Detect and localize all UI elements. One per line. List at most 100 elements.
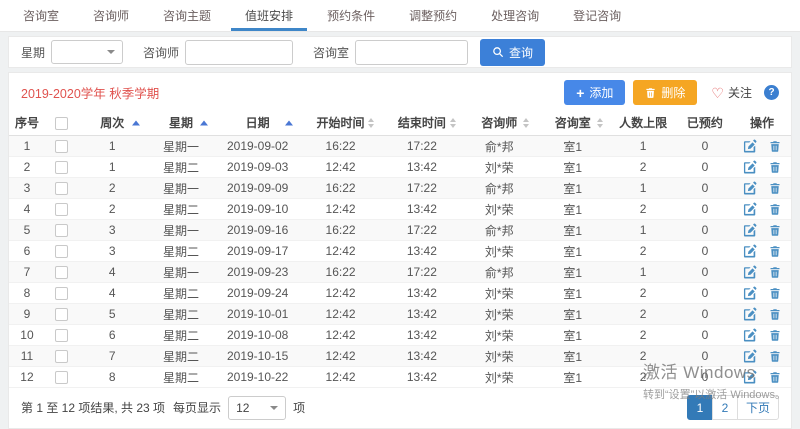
nav-tab[interactable]: 咨询室 (6, 0, 76, 31)
limit-cell: 1 (610, 136, 677, 157)
delete-icon[interactable] (769, 161, 781, 174)
edit-icon[interactable] (743, 181, 757, 195)
edit-icon[interactable] (743, 286, 757, 300)
delete-icon[interactable] (769, 350, 781, 363)
seq-cell: 7 (9, 262, 45, 283)
room-cell: 室1 (536, 346, 610, 367)
row-checkbox[interactable] (55, 203, 68, 216)
nav-tab[interactable]: 咨询师 (76, 0, 146, 31)
date-cell: 2019-09-09 (215, 178, 299, 199)
limit-cell: 2 (610, 325, 677, 346)
delete-icon[interactable] (769, 287, 781, 300)
row-checkbox[interactable] (55, 224, 68, 237)
column-header[interactable]: 开始时间 (300, 110, 381, 136)
table-row: 95星期二2019-10-0112:4213:42刘*荣室120 (9, 304, 791, 325)
per-page-value: 12 (236, 401, 249, 415)
delete-button[interactable]: 删除 (633, 80, 697, 105)
end-time-cell: 13:42 (381, 304, 462, 325)
edit-icon[interactable] (743, 349, 757, 363)
row-checkbox[interactable] (55, 266, 68, 279)
day-cell: 星期二 (147, 304, 216, 325)
row-checkbox[interactable] (55, 140, 68, 153)
per-page-suffix: 项 (293, 399, 305, 416)
delete-icon[interactable] (769, 329, 781, 342)
start-time-cell: 16:22 (300, 220, 381, 241)
edit-icon[interactable] (743, 223, 757, 237)
page-button[interactable]: 2 (712, 395, 738, 420)
delete-icon[interactable] (769, 203, 781, 216)
actions-cell (733, 367, 791, 388)
nav-tab[interactable]: 预约条件 (310, 0, 392, 31)
table-row: 11星期一2019-09-0216:2217:22俞*邦室110 (9, 136, 791, 157)
edit-icon[interactable] (743, 328, 757, 342)
edit-icon[interactable] (743, 307, 757, 321)
sort-asc-icon (132, 120, 140, 125)
limit-cell: 2 (610, 283, 677, 304)
edit-icon[interactable] (743, 265, 757, 279)
week-label: 星期 (21, 44, 45, 61)
search-icon (492, 46, 504, 58)
table-row: 74星期一2019-09-2316:2217:22俞*邦室110 (9, 262, 791, 283)
edit-icon[interactable] (743, 370, 757, 384)
help-icon[interactable]: ? (764, 85, 779, 100)
column-header[interactable]: 咨询室 (536, 110, 610, 136)
row-checkbox[interactable] (55, 371, 68, 384)
date-cell: 2019-10-08 (215, 325, 299, 346)
row-checkbox[interactable] (55, 182, 68, 195)
edit-icon[interactable] (743, 244, 757, 258)
date-cell: 2019-09-17 (215, 241, 299, 262)
row-checkbox[interactable] (55, 308, 68, 321)
row-checkbox[interactable] (55, 161, 68, 174)
per-page-select[interactable]: 12 (228, 396, 286, 420)
limit-cell: 2 (610, 157, 677, 178)
row-checkbox[interactable] (55, 287, 68, 300)
day-cell: 星期一 (147, 220, 216, 241)
nav-tab[interactable]: 值班安排 (228, 0, 310, 31)
column-header[interactable]: 周次 (78, 110, 147, 136)
delete-icon[interactable] (769, 371, 781, 384)
row-checkbox-cell (45, 304, 78, 325)
counselor-input[interactable] (185, 40, 293, 65)
next-page-button[interactable]: 下页 (737, 395, 779, 420)
table-row: 32星期一2019-09-0916:2217:22俞*邦室110 (9, 178, 791, 199)
select-all-checkbox[interactable] (55, 117, 68, 130)
sort-icon (368, 118, 374, 128)
column-header[interactable]: 星期 (147, 110, 216, 136)
edit-icon[interactable] (743, 139, 757, 153)
nav-tab[interactable]: 调整预约 (392, 0, 474, 31)
add-button[interactable]: + 添加 (564, 80, 625, 105)
start-time-cell: 12:42 (300, 304, 381, 325)
start-time-cell: 12:42 (300, 346, 381, 367)
page-button[interactable]: 1 (687, 395, 713, 420)
row-checkbox[interactable] (55, 245, 68, 258)
edit-icon[interactable] (743, 202, 757, 216)
delete-icon[interactable] (769, 224, 781, 237)
delete-icon[interactable] (769, 308, 781, 321)
delete-icon[interactable] (769, 245, 781, 258)
room-cell: 室1 (536, 304, 610, 325)
nav-tab[interactable]: 登记咨询 (556, 0, 638, 31)
delete-icon[interactable] (769, 140, 781, 153)
counselor-cell: 刘*荣 (463, 283, 537, 304)
booked-cell: 0 (677, 346, 733, 367)
nav-tab[interactable]: 咨询主题 (146, 0, 228, 31)
follow-button[interactable]: ♡ 关注 (711, 84, 752, 101)
week-select[interactable] (51, 40, 123, 64)
caret-down-icon (107, 50, 115, 54)
column-header[interactable]: 咨询师 (463, 110, 537, 136)
column-header[interactable]: 结束时间 (381, 110, 462, 136)
row-checkbox[interactable] (55, 350, 68, 363)
seq-cell: 6 (9, 241, 45, 262)
counselor-cell: 刘*荣 (463, 325, 537, 346)
row-checkbox[interactable] (55, 329, 68, 342)
select-all-header[interactable] (45, 110, 78, 136)
edit-icon[interactable] (743, 160, 757, 174)
booked-cell: 0 (677, 199, 733, 220)
room-input[interactable] (355, 40, 468, 65)
column-header[interactable]: 日期 (215, 110, 299, 136)
delete-icon[interactable] (769, 266, 781, 279)
table-row: 63星期二2019-09-1712:4213:42刘*荣室120 (9, 241, 791, 262)
search-button[interactable]: 查询 (480, 39, 545, 66)
delete-icon[interactable] (769, 182, 781, 195)
nav-tab[interactable]: 处理咨询 (474, 0, 556, 31)
